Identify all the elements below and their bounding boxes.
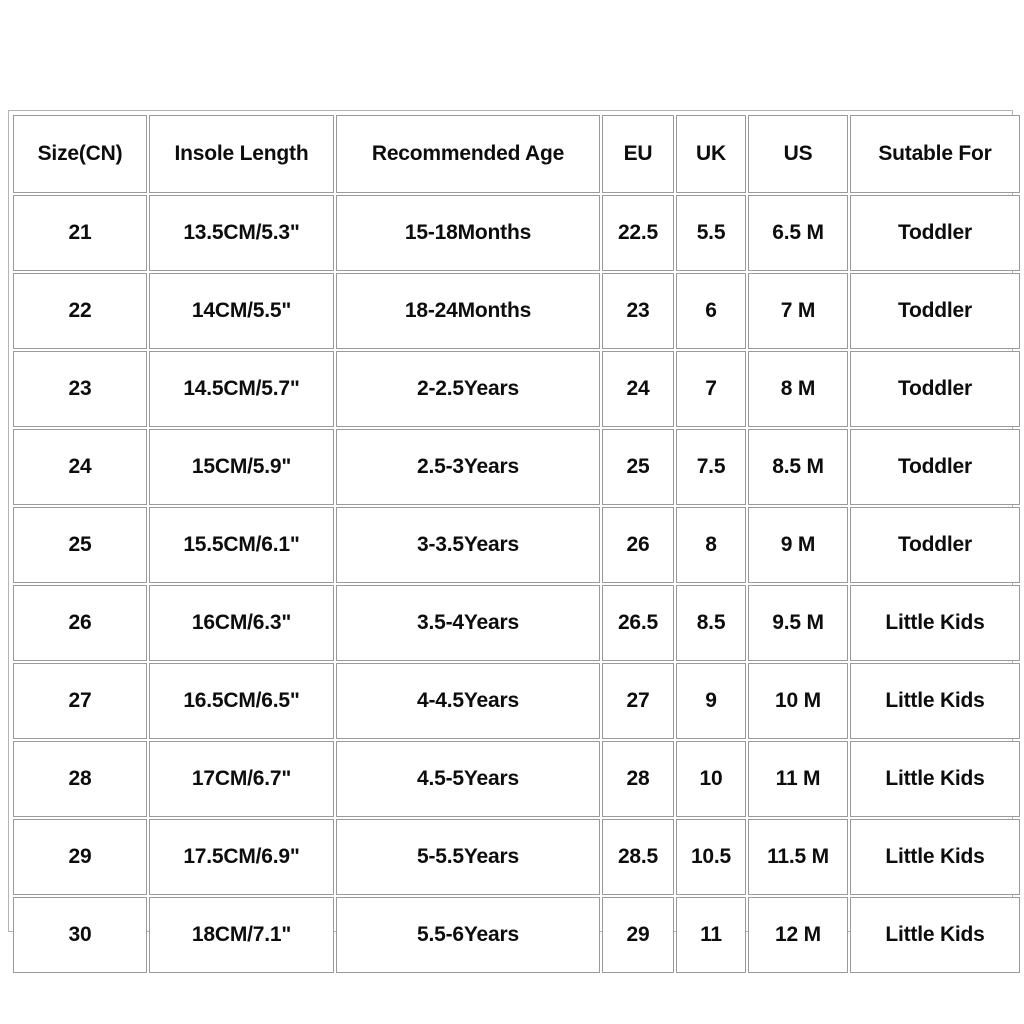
cell-suitable-for: Little Kids [850,663,1020,739]
cell-uk: 6 [676,273,746,349]
table-row: 27 16.5CM/6.5" 4-4.5Years 27 9 10 M Litt… [13,663,1020,739]
table-row: 23 14.5CM/5.7" 2-2.5Years 24 7 8 M Toddl… [13,351,1020,427]
cell-eu: 26 [602,507,674,583]
cell-us: 9.5 M [748,585,848,661]
cell-uk: 10 [676,741,746,817]
cell-eu: 22.5 [602,195,674,271]
cell-uk: 7.5 [676,429,746,505]
cell-recommended-age: 5.5-6Years [336,897,600,973]
cell-suitable-for: Toddler [850,429,1020,505]
cell-eu: 24 [602,351,674,427]
size-chart-page: Size(CN) Insole Length Recommended Age E… [0,0,1024,1024]
cell-recommended-age: 4.5-5Years [336,741,600,817]
cell-insole-length: 16CM/6.3" [149,585,334,661]
cell-suitable-for: Toddler [850,351,1020,427]
cell-uk: 10.5 [676,819,746,895]
cell-insole-length: 14.5CM/5.7" [149,351,334,427]
cell-uk: 7 [676,351,746,427]
column-header-recommended-age: Recommended Age [336,115,600,193]
table-row: 22 14CM/5.5" 18-24Months 23 6 7 M Toddle… [13,273,1020,349]
cell-suitable-for: Toddler [850,507,1020,583]
table-row: 24 15CM/5.9" 2.5-3Years 25 7.5 8.5 M Tod… [13,429,1020,505]
column-header-eu: EU [602,115,674,193]
cell-size-cn: 30 [13,897,147,973]
cell-insole-length: 18CM/7.1" [149,897,334,973]
cell-us: 6.5 M [748,195,848,271]
column-header-suitable-for: Sutable For [850,115,1020,193]
column-header-insole-length: Insole Length [149,115,334,193]
cell-size-cn: 28 [13,741,147,817]
table-row: 21 13.5CM/5.3" 15-18Months 22.5 5.5 6.5 … [13,195,1020,271]
table-row: 25 15.5CM/6.1" 3-3.5Years 26 8 9 M Toddl… [13,507,1020,583]
cell-recommended-age: 3.5-4Years [336,585,600,661]
cell-size-cn: 26 [13,585,147,661]
table-header: Size(CN) Insole Length Recommended Age E… [13,115,1020,193]
cell-eu: 28 [602,741,674,817]
cell-us: 12 M [748,897,848,973]
cell-recommended-age: 18-24Months [336,273,600,349]
cell-size-cn: 22 [13,273,147,349]
cell-suitable-for: Toddler [850,195,1020,271]
cell-insole-length: 14CM/5.5" [149,273,334,349]
cell-recommended-age: 3-3.5Years [336,507,600,583]
cell-recommended-age: 5-5.5Years [336,819,600,895]
size-chart-table: Size(CN) Insole Length Recommended Age E… [11,113,1022,975]
cell-uk: 11 [676,897,746,973]
table-body: 21 13.5CM/5.3" 15-18Months 22.5 5.5 6.5 … [13,195,1020,973]
cell-us: 10 M [748,663,848,739]
size-chart-frame: Size(CN) Insole Length Recommended Age E… [8,110,1020,973]
column-header-us: US [748,115,848,193]
cell-suitable-for: Little Kids [850,819,1020,895]
cell-size-cn: 21 [13,195,147,271]
cell-insole-length: 15.5CM/6.1" [149,507,334,583]
cell-us: 7 M [748,273,848,349]
table-header-row: Size(CN) Insole Length Recommended Age E… [13,115,1020,193]
cell-us: 8 M [748,351,848,427]
table-row: 28 17CM/6.7" 4.5-5Years 28 10 11 M Littl… [13,741,1020,817]
table-row: 29 17.5CM/6.9" 5-5.5Years 28.5 10.5 11.5… [13,819,1020,895]
cell-us: 11.5 M [748,819,848,895]
cell-eu: 23 [602,273,674,349]
cell-eu: 25 [602,429,674,505]
cell-suitable-for: Little Kids [850,741,1020,817]
cell-recommended-age: 2.5-3Years [336,429,600,505]
cell-insole-length: 15CM/5.9" [149,429,334,505]
cell-recommended-age: 2-2.5Years [336,351,600,427]
cell-us: 11 M [748,741,848,817]
cell-eu: 29 [602,897,674,973]
cell-suitable-for: Little Kids [850,585,1020,661]
cell-insole-length: 16.5CM/6.5" [149,663,334,739]
column-header-uk: UK [676,115,746,193]
cell-insole-length: 17CM/6.7" [149,741,334,817]
cell-uk: 8 [676,507,746,583]
cell-insole-length: 17.5CM/6.9" [149,819,334,895]
cell-eu: 27 [602,663,674,739]
cell-recommended-age: 4-4.5Years [336,663,600,739]
cell-suitable-for: Little Kids [850,897,1020,973]
cell-size-cn: 27 [13,663,147,739]
cell-suitable-for: Toddler [850,273,1020,349]
cell-recommended-age: 15-18Months [336,195,600,271]
cell-uk: 9 [676,663,746,739]
cell-us: 8.5 M [748,429,848,505]
cell-eu: 26.5 [602,585,674,661]
cell-uk: 8.5 [676,585,746,661]
cell-size-cn: 25 [13,507,147,583]
table-row: 26 16CM/6.3" 3.5-4Years 26.5 8.5 9.5 M L… [13,585,1020,661]
table-row: 30 18CM/7.1" 5.5-6Years 29 11 12 M Littl… [13,897,1020,973]
cell-insole-length: 13.5CM/5.3" [149,195,334,271]
cell-size-cn: 29 [13,819,147,895]
cell-uk: 5.5 [676,195,746,271]
cell-size-cn: 24 [13,429,147,505]
column-header-size-cn: Size(CN) [13,115,147,193]
cell-size-cn: 23 [13,351,147,427]
cell-us: 9 M [748,507,848,583]
cell-eu: 28.5 [602,819,674,895]
